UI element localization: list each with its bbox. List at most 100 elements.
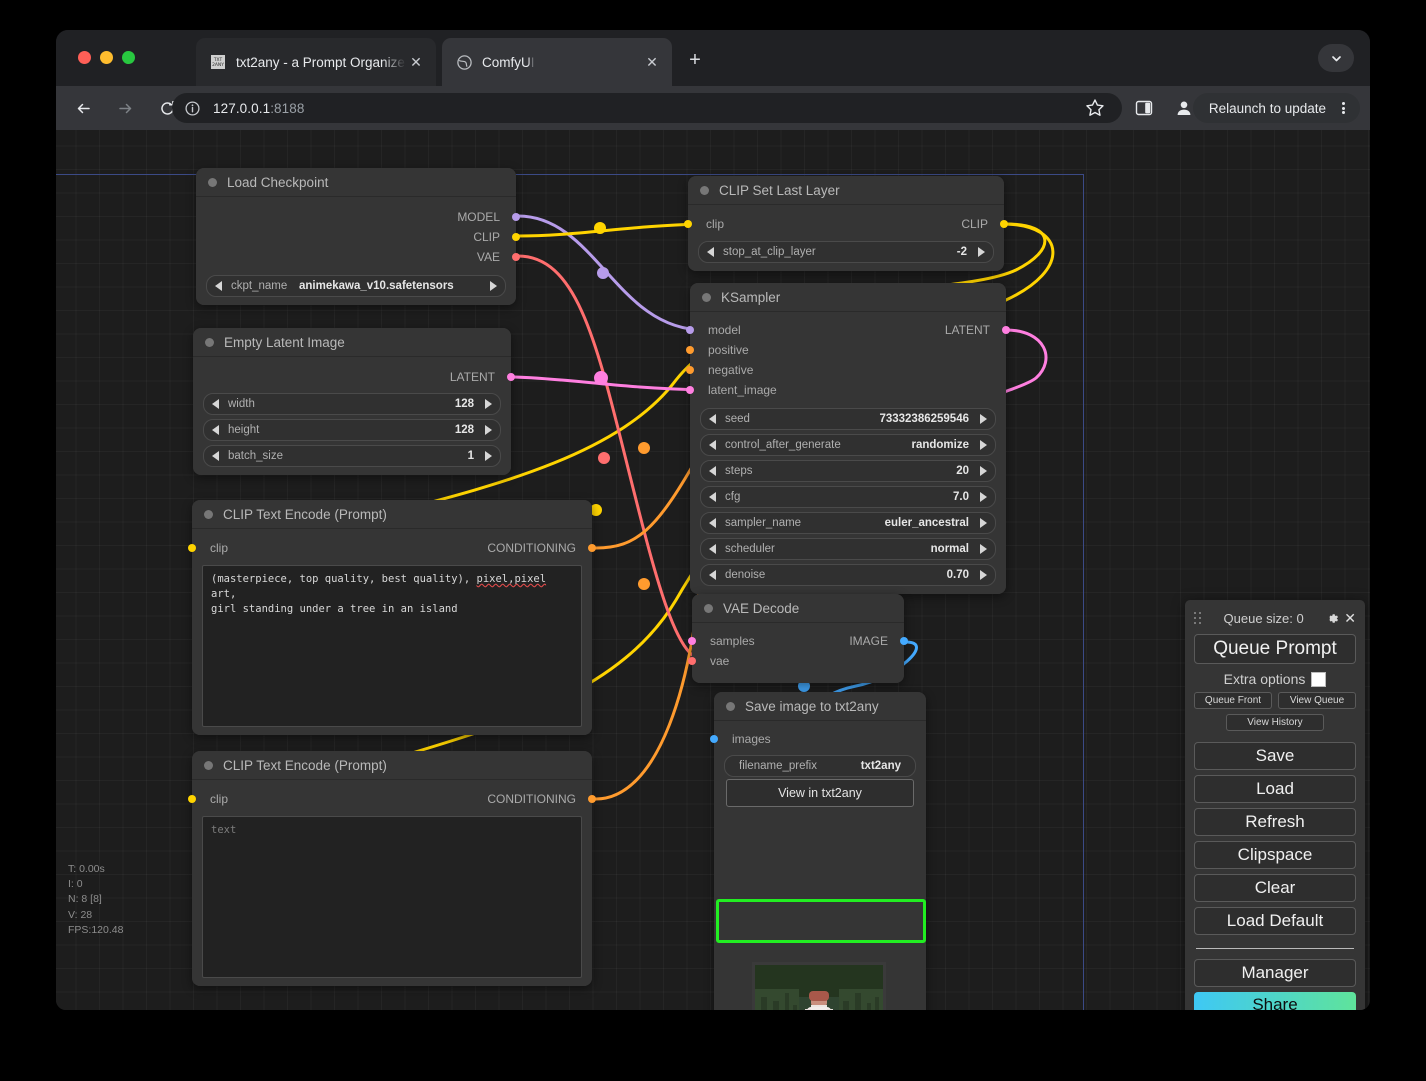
tab-txt2any[interactable]: TXT 2ANY txt2any - a Prompt Organizer ✕ (196, 38, 436, 86)
pin-vae[interactable] (512, 253, 520, 261)
load-button[interactable]: Load (1194, 775, 1356, 803)
queue-prompt-button[interactable]: Queue Prompt (1194, 634, 1356, 664)
view-queue-button[interactable]: View Queue (1278, 692, 1356, 709)
decrement-arrow-icon[interactable] (707, 247, 714, 257)
widget-scheduler[interactable]: scheduler normal (700, 538, 996, 560)
pin-vae[interactable] (688, 657, 696, 665)
node-collapse-icon[interactable] (726, 701, 735, 711)
widget-control-after-generate[interactable]: control_after_generate randomize (700, 434, 996, 456)
widget-sampler-name[interactable]: sampler_name euler_ancestral (700, 512, 996, 534)
output-slot-model[interactable]: MODEL (196, 207, 520, 227)
pin-model[interactable] (512, 213, 520, 221)
increment-arrow-icon[interactable] (485, 451, 492, 461)
pin-clip[interactable] (512, 233, 520, 241)
node-title-bar[interactable]: KSampler (690, 283, 1006, 312)
widget-steps[interactable]: steps 20 (700, 460, 996, 482)
node-collapse-icon[interactable] (704, 603, 713, 613)
info-icon[interactable] (184, 100, 201, 117)
widget-ckpt-name[interactable]: ckpt_name animekawa_v10.safetensors (206, 275, 506, 297)
pin-latent-image[interactable] (686, 386, 694, 394)
save-button[interactable]: Save (1194, 742, 1356, 770)
pin-conditioning[interactable] (588, 544, 596, 552)
address-bar[interactable]: 127.0.0.1:8188 (172, 93, 1122, 123)
widget-stop-at-clip-layer[interactable]: stop_at_clip_layer -2 (698, 241, 994, 263)
profile-avatar-icon[interactable] (1174, 98, 1194, 118)
window-minimize-button[interactable] (100, 51, 113, 64)
input-slot-negative[interactable]: negative (686, 360, 1006, 380)
node-title-bar[interactable]: CLIP Set Last Layer (688, 176, 1004, 205)
output-slot-clip[interactable]: CLIP (196, 227, 520, 247)
node-collapse-icon[interactable] (205, 337, 214, 347)
window-maximize-button[interactable] (122, 51, 135, 64)
pin-samples[interactable] (688, 637, 696, 645)
node-title-bar[interactable]: VAE Decode (692, 594, 904, 623)
prompt-textarea[interactable]: (masterpiece, top quality, best quality)… (202, 565, 582, 727)
forward-icon[interactable] (110, 93, 140, 123)
drag-handle[interactable] (1194, 611, 1202, 625)
pin-clip-output[interactable] (1000, 220, 1008, 228)
input-slot-vae[interactable]: vae (688, 651, 904, 671)
node-collapse-icon[interactable] (700, 185, 709, 195)
increment-arrow-icon[interactable] (980, 466, 987, 476)
pin-clip[interactable] (188, 795, 196, 803)
pin-images[interactable] (710, 735, 718, 743)
increment-arrow-icon[interactable] (980, 440, 987, 450)
slot-row-samples[interactable]: samples IMAGE (688, 631, 908, 651)
widget-cfg[interactable]: cfg 7.0 (700, 486, 996, 508)
decrement-arrow-icon[interactable] (709, 440, 716, 450)
input-slot-positive[interactable]: positive (686, 340, 1006, 360)
decrement-arrow-icon[interactable] (212, 451, 219, 461)
view-history-button[interactable]: View History (1226, 714, 1324, 731)
decrement-arrow-icon[interactable] (709, 544, 716, 554)
node-ksampler[interactable]: KSampler model LATENT positive negative (686, 283, 1010, 594)
output-slot-latent[interactable]: LATENT (193, 367, 515, 387)
increment-arrow-icon[interactable] (485, 425, 492, 435)
prompt-textarea[interactable]: text (202, 816, 582, 978)
widget-seed[interactable]: seed 73332386259546 (700, 408, 996, 430)
node-title-bar[interactable]: CLIP Text Encode (Prompt) (192, 500, 592, 529)
node-collapse-icon[interactable] (204, 760, 213, 770)
widget-filename-prefix[interactable]: filename_prefix txt2any (724, 755, 916, 777)
view-in-txt2any-button[interactable]: View in txt2any (726, 779, 914, 807)
chevron-down-icon[interactable] (1318, 44, 1354, 72)
widget-width[interactable]: width 128 (203, 393, 501, 415)
increment-arrow-icon[interactable] (978, 247, 985, 257)
slot-row-model[interactable]: model LATENT (686, 320, 1010, 340)
increment-arrow-icon[interactable] (485, 399, 492, 409)
pin-negative[interactable] (686, 366, 694, 374)
input-slot-images[interactable]: images (710, 729, 926, 749)
node-clip-set-last-layer[interactable]: CLIP Set Last Layer clip CLIP stop_at_cl… (684, 176, 1008, 271)
decrement-arrow-icon[interactable] (215, 281, 222, 291)
increment-arrow-icon[interactable] (980, 544, 987, 554)
widget-denoise[interactable]: denoise 0.70 (700, 564, 996, 586)
bookmark-star-icon[interactable] (1084, 97, 1106, 119)
queue-front-button[interactable]: Queue Front (1194, 692, 1272, 709)
decrement-arrow-icon[interactable] (212, 425, 219, 435)
widget-batch-size[interactable]: batch_size 1 (203, 445, 501, 467)
relaunch-to-update-button[interactable]: Relaunch to update (1192, 93, 1360, 123)
decrement-arrow-icon[interactable] (212, 399, 219, 409)
pin-clip-input[interactable] (684, 220, 692, 228)
pin-clip[interactable] (188, 544, 196, 552)
pin-model[interactable] (686, 326, 694, 334)
comfyui-canvas[interactable]: Load Checkpoint MODEL CLIP VAE ckpt_name… (56, 130, 1370, 1010)
new-tab-button[interactable]: + (684, 50, 706, 72)
output-slot-vae[interactable]: VAE (196, 247, 520, 267)
node-title-bar[interactable]: Empty Latent Image (193, 328, 511, 357)
extra-options-checkbox[interactable] (1311, 671, 1327, 687)
decrement-arrow-icon[interactable] (709, 414, 716, 424)
window-close-button[interactable] (78, 51, 91, 64)
node-title-bar[interactable]: Save image to txt2any (714, 692, 926, 721)
load-default-button[interactable]: Load Default (1194, 907, 1356, 935)
node-save-image-to-txt2any[interactable]: Save image to txt2any images filename_pr… (710, 692, 926, 1010)
pin-conditioning[interactable] (588, 795, 596, 803)
tab-close-icon[interactable]: ✕ (644, 54, 660, 70)
node-collapse-icon[interactable] (208, 177, 217, 187)
refresh-button[interactable]: Refresh (1194, 808, 1356, 836)
back-icon[interactable] (68, 93, 98, 123)
decrement-arrow-icon[interactable] (709, 466, 716, 476)
clipspace-button[interactable]: Clipspace (1194, 841, 1356, 869)
node-collapse-icon[interactable] (204, 509, 213, 519)
manager-button[interactable]: Manager (1194, 959, 1356, 987)
pin-image-output[interactable] (900, 637, 908, 645)
